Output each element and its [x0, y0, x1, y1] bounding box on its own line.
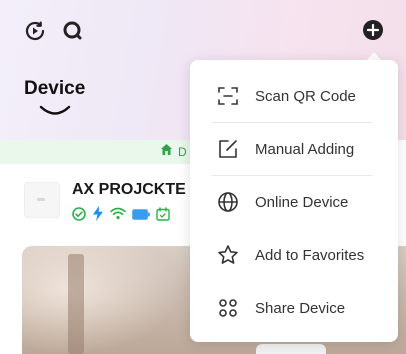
banner-text: D [178, 145, 187, 159]
preview-light-glow [22, 246, 182, 354]
battery-icon [132, 207, 150, 225]
home-banner[interactable]: D [0, 140, 190, 164]
menu-item-label: Scan QR Code [255, 87, 356, 105]
preview-door-frame [68, 254, 84, 354]
bottom-tab-peek [256, 344, 326, 354]
star-icon [216, 243, 240, 267]
menu-item-add-to-favorites[interactable]: Add to Favorites [190, 229, 398, 281]
menu-item-online-device[interactable]: Online Device [190, 176, 398, 228]
menu-item-scan-qr[interactable]: Scan QR Code [190, 70, 398, 122]
wifi-icon [110, 207, 126, 225]
share-icon [216, 296, 240, 320]
home-icon [160, 143, 173, 161]
device-thumbnail [24, 182, 60, 218]
page-title: Device [24, 78, 86, 99]
device-status-icons [72, 206, 170, 226]
menu-item-label: Add to Favorites [255, 246, 365, 264]
title-underline-smile [39, 105, 71, 115]
menu-item-label: Share Device [255, 299, 346, 317]
play-circle-icon[interactable] [22, 18, 48, 44]
globe-icon [216, 190, 240, 214]
menu-item-label: Manual Adding [255, 140, 355, 158]
add-device-menu: Scan QR Code Manual Adding Online Device [190, 60, 398, 342]
device-name: AX PROJCKTE [72, 181, 186, 198]
lightning-icon [92, 206, 104, 226]
check-circle-icon [72, 206, 86, 226]
menu-item-manual-adding[interactable]: Manual Adding [190, 123, 398, 175]
plus-circle-icon[interactable] [361, 18, 385, 42]
menu-item-share-device[interactable]: Share Device [190, 282, 398, 334]
menu-item-label: Online Device [255, 193, 349, 211]
scan-qr-icon [216, 84, 240, 108]
calendar-icon [156, 206, 170, 226]
edit-icon [216, 137, 240, 161]
search-icon[interactable] [60, 18, 86, 44]
